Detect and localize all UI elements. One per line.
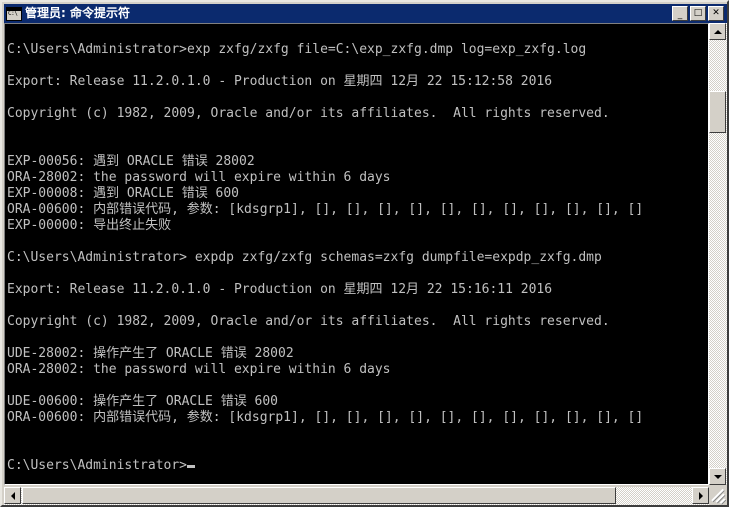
terminal-line: UDE-28002: 操作产生了 ORACLE 错误 28002 — [7, 346, 294, 361]
close-icon: ✕ — [712, 8, 720, 18]
terminal-line: ORA-28002: the password will expire with… — [7, 362, 391, 377]
scroll-down-button[interactable] — [709, 468, 726, 485]
maximize-icon: □ — [693, 8, 703, 18]
terminal-line: EXP-00000: 导出终止失败 — [7, 218, 172, 233]
scroll-up-button[interactable] — [709, 23, 726, 40]
terminal-line: ORA-28002: the password will expire with… — [7, 170, 391, 185]
window-title: 管理员: 命令提示符 — [25, 6, 130, 20]
terminal-line: EXP-00056: 遇到 ORACLE 错误 28002 — [7, 154, 255, 169]
resize-grip[interactable] — [709, 487, 727, 505]
terminal-output: C:\Users\Administrator>exp zxfg/zxfg fil… — [7, 26, 708, 484]
horizontal-scrollbar[interactable] — [4, 487, 709, 505]
terminal-line: C:\Users\Administrator> expdp zxfg/zxfg … — [7, 250, 602, 265]
console-window: 管理员: 命令提示符 _ □ ✕ C:\Users\Administrator>… — [0, 0, 729, 507]
scroll-left-button[interactable] — [4, 487, 21, 504]
client-area: C:\Users\Administrator>exp zxfg/zxfg fil… — [4, 23, 727, 505]
minimize-button[interactable]: _ — [672, 6, 688, 21]
text-cursor — [187, 465, 196, 468]
terminal-line: ORA-00600: 内部错误代码, 参数: [kdsgrp1], [], []… — [7, 410, 644, 425]
terminal-line: ORA-00600: 内部错误代码, 参数: [kdsgrp1], [], []… — [7, 202, 644, 217]
maximize-button[interactable]: □ — [690, 6, 706, 21]
terminal-line: Copyright (c) 1982, 2009, Oracle and/or … — [7, 314, 610, 329]
console-window-icon — [6, 6, 22, 21]
terminal-line: Export: Release 11.2.0.1.0 - Production … — [7, 74, 553, 89]
terminal-line: EXP-00008: 遇到 ORACLE 错误 600 — [7, 186, 240, 201]
minimize-icon: _ — [677, 10, 683, 20]
terminal-line: Export: Release 11.2.0.1.0 - Production … — [7, 282, 553, 297]
prompt-text: C:\Users\Administrator> — [7, 458, 188, 473]
terminal-surface[interactable]: C:\Users\Administrator>exp zxfg/zxfg fil… — [4, 23, 709, 485]
terminal-line: Copyright (c) 1982, 2009, Oracle and/or … — [7, 106, 610, 121]
close-button[interactable]: ✕ — [708, 6, 724, 21]
horizontal-scroll-thumb[interactable] — [22, 487, 616, 504]
terminal-line: C:\Users\Administrator>exp zxfg/zxfg fil… — [7, 42, 587, 57]
title-bar[interactable]: 管理员: 命令提示符 _ □ ✕ — [4, 4, 727, 23]
vertical-scroll-thumb[interactable] — [709, 91, 726, 133]
terminal-line: UDE-00600: 操作产生了 ORACLE 错误 600 — [7, 394, 279, 409]
vertical-scrollbar[interactable] — [709, 23, 727, 485]
window-controls: _ □ ✕ — [672, 6, 724, 21]
scroll-right-button[interactable] — [692, 487, 709, 504]
terminal-prompt-line: C:\Users\Administrator> — [7, 458, 708, 474]
